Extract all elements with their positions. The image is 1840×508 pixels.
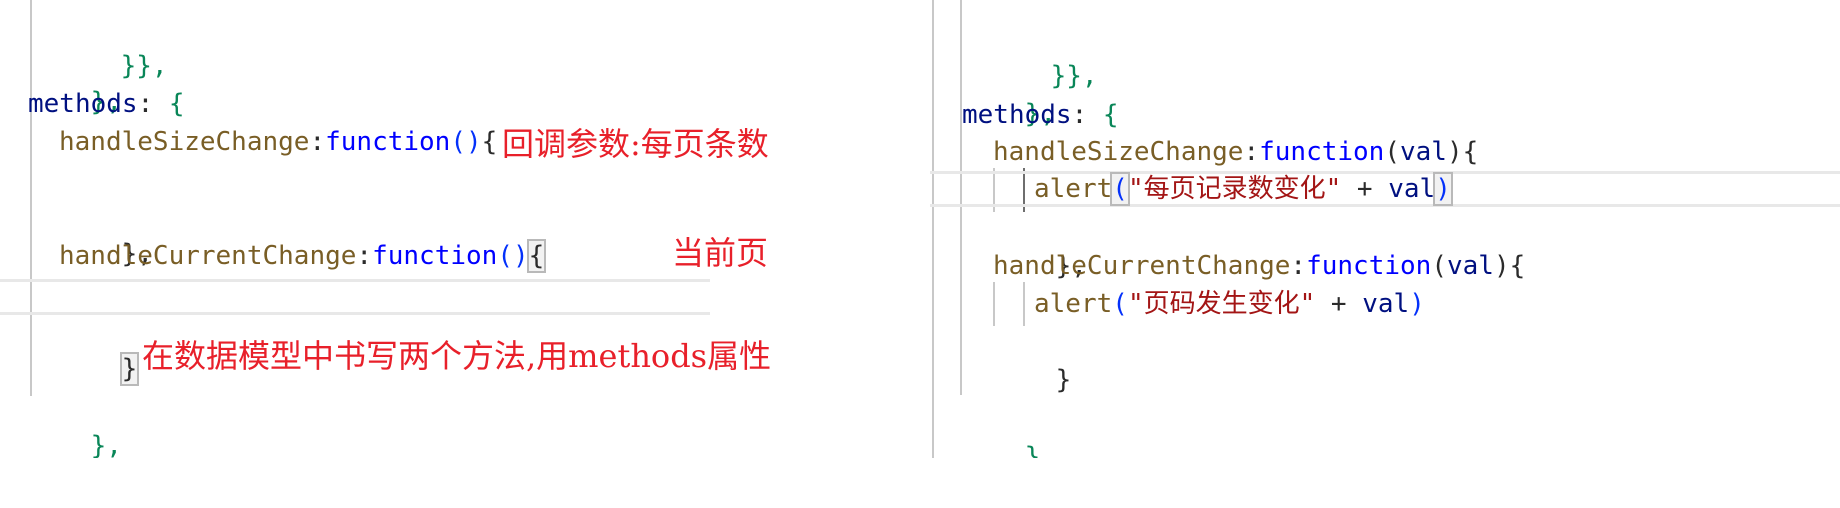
code-paren: ){ — [1493, 251, 1526, 281]
annotation-current-change: 当前页 — [672, 234, 769, 272]
code-line: }; — [0, 428, 94, 458]
code-line: }; — [932, 438, 1026, 458]
code-line: }}, — [58, 12, 168, 81]
code-text: } — [1055, 365, 1072, 395]
code-punc: : — [1290, 251, 1307, 281]
code-parens: () — [450, 127, 482, 157]
code-line: handleCurrentChange:function(val){ — [993, 248, 1525, 284]
code-text: }}, — [120, 51, 168, 81]
code-line: }, — [59, 200, 153, 269]
code-line: alert("每页记录数变化" + val) — [1034, 171, 1453, 207]
indent-guide — [932, 0, 934, 458]
code-text: }, — [90, 431, 122, 458]
code-paren: ( — [1384, 137, 1400, 167]
code-text: }, — [1024, 442, 1056, 458]
string-literal: "页码发生变化" — [1127, 289, 1316, 319]
code-line: }}, — [988, 22, 1098, 91]
code-line: alert("页码发生变化" + val) — [1034, 286, 1425, 322]
code-line: methods: { — [28, 86, 185, 122]
function-keyword: function — [1306, 251, 1432, 281]
matched-bracket: ( — [1110, 172, 1130, 206]
code-punc: : — [137, 89, 169, 119]
param-val: val — [1400, 137, 1447, 167]
right-code-editor[interactable]: }}, }, methods: { handleSizeChange:funct… — [930, 0, 1840, 458]
code-brace: { — [481, 127, 498, 157]
annotation-methods: 在数据模型中书写两个方法,用methods属性 — [142, 337, 772, 375]
code-punc: : — [309, 127, 326, 157]
annotation-size-change: 回调参数:每页条数 — [502, 125, 769, 163]
methods-key: methods — [962, 100, 1072, 130]
methods-key: methods — [28, 89, 138, 119]
handle-size-change-prop: handleSizeChange — [59, 127, 310, 157]
matched-bracket: ) — [1433, 172, 1453, 206]
indent-guide — [30, 118, 32, 396]
code-line: }, — [28, 48, 122, 117]
code-line: }, — [962, 403, 1056, 458]
code-line: methods: { — [962, 97, 1119, 133]
code-punc: : — [356, 241, 373, 271]
param-val: val — [1362, 289, 1410, 319]
code-punc: : — [1071, 100, 1103, 130]
code-paren: ){ — [1446, 137, 1479, 167]
handle-current-change-prop: handleCurrentChange — [59, 241, 357, 271]
param-val: val — [1446, 251, 1494, 281]
code-line: } — [993, 326, 1072, 395]
handle-size-change-prop: handleSizeChange — [993, 137, 1244, 167]
code-line: handleCurrentChange:function(){ — [59, 238, 547, 274]
code-line: }, — [962, 60, 1056, 129]
code-brace: { — [168, 89, 185, 119]
function-keyword: function — [325, 127, 451, 157]
code-parens: () — [497, 241, 529, 271]
code-line: } — [59, 315, 140, 386]
code-line: }, — [993, 212, 1087, 281]
code-paren: ( — [1112, 289, 1128, 319]
code-operator: + — [1315, 289, 1363, 319]
param-val: val — [1388, 174, 1436, 204]
code-operator: + — [1341, 174, 1389, 204]
code-paren: ( — [1431, 251, 1447, 281]
alert-call: alert — [1034, 289, 1113, 319]
left-code-editor[interactable]: }}, }, methods: { handleSizeChange:funct… — [0, 0, 915, 458]
current-line-highlight — [0, 279, 710, 315]
handle-current-change-prop: handleCurrentChange — [993, 251, 1291, 281]
string-literal: "每页记录数变化" — [1127, 174, 1342, 204]
code-line: handleSizeChange:function(val){ — [993, 134, 1478, 170]
matched-bracket: { — [526, 239, 547, 273]
code-paren: ) — [1409, 289, 1425, 319]
function-keyword: function — [1259, 137, 1385, 167]
code-punc: : — [1243, 137, 1260, 167]
code-line: handleSizeChange:function(){ — [59, 124, 497, 160]
code-brace: { — [1102, 100, 1119, 130]
function-keyword: function — [372, 241, 498, 271]
alert-call: alert — [1034, 174, 1113, 204]
code-text: }}, — [1050, 61, 1098, 91]
code-line: }, — [28, 392, 122, 458]
matched-bracket: } — [119, 352, 140, 386]
